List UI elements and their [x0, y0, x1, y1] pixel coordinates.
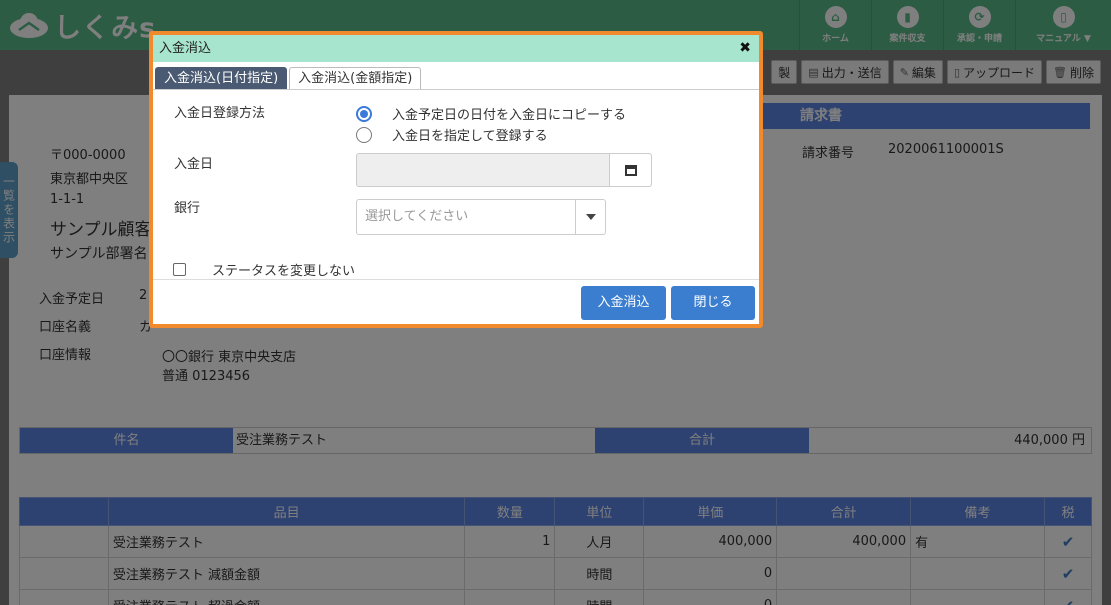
payment-reconcile-dialog: 入金消込 ✖ 入金消込(日付指定) 入金消込(金額指定) 入金日登録方法 入金予…: [149, 31, 763, 328]
radio-specify-date[interactable]: 入金日を指定して登録する: [356, 125, 548, 144]
close-icon[interactable]: ✖: [739, 35, 751, 62]
radio-copy-due-date[interactable]: 入金予定日の日付を入金日にコピーする: [356, 104, 626, 123]
bank-select[interactable]: 選択してください: [356, 199, 606, 235]
calendar-button[interactable]: [609, 154, 651, 186]
dialog-form: 入金日登録方法 入金予定日の日付を入金日にコピーする 入金日を指定して登録する …: [153, 90, 759, 279]
chevron-down-icon[interactable]: [575, 200, 605, 234]
close-button[interactable]: 閉じる: [671, 286, 755, 320]
radio-button-checked[interactable]: [356, 105, 372, 122]
dialog-footer: 入金消込 閉じる: [153, 279, 759, 324]
status-checkbox-row[interactable]: ステータスを変更しない: [173, 260, 355, 279]
bank-select-placeholder: 選択してください: [365, 209, 469, 224]
bank-label: 銀行: [174, 201, 201, 216]
calendar-icon: [624, 164, 637, 176]
dialog-header: 入金消込 ✖: [153, 35, 759, 62]
tab-amount-specified[interactable]: 入金消込(金額指定): [289, 67, 422, 89]
reconcile-button[interactable]: 入金消込: [581, 286, 666, 320]
method-label: 入金日登録方法: [174, 106, 266, 121]
date-label: 入金日: [174, 157, 214, 172]
payment-date-input[interactable]: [356, 153, 652, 187]
status-checkbox[interactable]: [173, 263, 186, 276]
radio-button[interactable]: [356, 126, 372, 143]
radio-copy-label: 入金予定日の日付を入金日にコピーする: [392, 108, 627, 123]
dialog-title: 入金消込: [159, 41, 212, 56]
radio-specify-label: 入金日を指定して登録する: [392, 129, 548, 144]
status-checkbox-label: ステータスを変更しない: [212, 264, 356, 279]
dialog-tabs: 入金消込(日付指定) 入金消込(金額指定): [153, 62, 759, 90]
tab-date-specified[interactable]: 入金消込(日付指定): [155, 67, 288, 89]
